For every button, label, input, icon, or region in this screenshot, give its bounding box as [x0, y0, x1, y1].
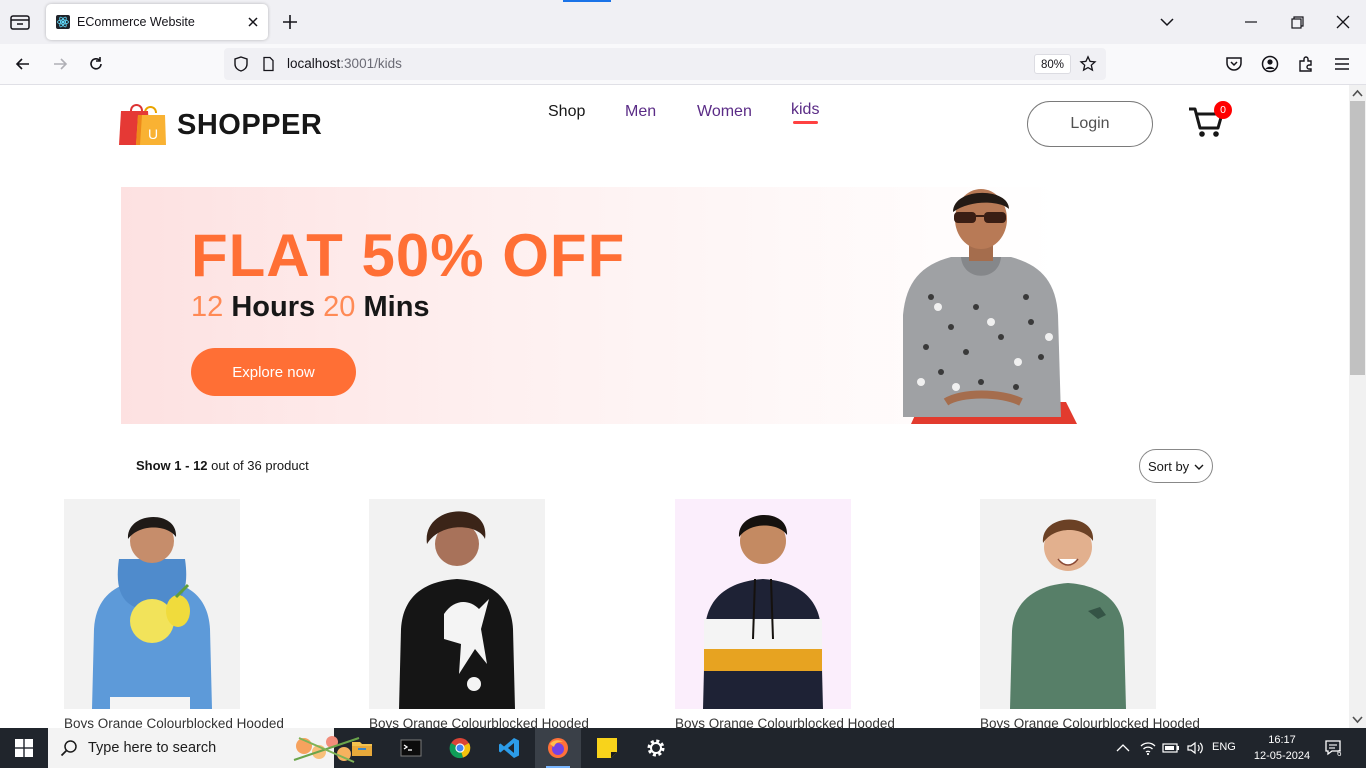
account-icon[interactable] — [1260, 54, 1280, 74]
svg-text:U: U — [148, 126, 158, 142]
sticky-notes-icon — [597, 738, 617, 758]
hamburger-menu-icon[interactable] — [1332, 54, 1352, 74]
login-button[interactable]: Login — [1027, 101, 1153, 147]
forward-arrow-icon[interactable] — [50, 54, 70, 74]
results-prefix: Show — [136, 458, 175, 473]
cart-count-badge: 0 — [1214, 101, 1232, 119]
show-hidden-icons-chevron-up-icon[interactable] — [1114, 740, 1132, 756]
vscode-icon — [499, 738, 519, 758]
volume-icon[interactable] — [1186, 740, 1204, 756]
scrollbar-thumb[interactable] — [1350, 101, 1365, 375]
product-image[interactable] — [369, 499, 545, 709]
product-image[interactable] — [675, 499, 851, 709]
url-host: localhost — [287, 56, 341, 71]
loading-indicator — [563, 0, 611, 2]
taskbar-chrome[interactable] — [437, 728, 483, 768]
product-image[interactable] — [980, 499, 1156, 709]
taskbar-vscode[interactable] — [486, 728, 532, 768]
battery-icon[interactable] — [1162, 740, 1180, 756]
page-icon[interactable] — [260, 56, 276, 72]
explore-now-button[interactable]: Explore now — [191, 348, 356, 396]
product-name[interactable]: Boys Orange Colourblocked Hooded — [675, 716, 975, 728]
wifi-icon[interactable] — [1139, 740, 1157, 756]
zoom-level[interactable]: 80% — [1034, 54, 1072, 74]
gear-icon — [647, 739, 665, 757]
folder-icon — [352, 742, 372, 756]
shopping-bag-logo-icon[interactable]: U — [118, 101, 168, 147]
url-path: :3001/kids — [340, 56, 402, 71]
scroll-down-icon[interactable] — [1352, 714, 1363, 725]
taskbar-search-box[interactable]: Type here to search — [48, 728, 360, 768]
close-tab-icon[interactable] — [244, 13, 262, 31]
page-scrollbar[interactable] — [1349, 85, 1366, 728]
tab-title: ECommerce Website — [77, 15, 195, 29]
pocket-icon[interactable] — [1224, 54, 1244, 74]
menu-item-men[interactable]: Men — [625, 103, 656, 121]
close-window-icon[interactable] — [1333, 12, 1353, 32]
banner-model-image — [903, 189, 1077, 424]
taskbar-settings[interactable] — [633, 728, 679, 768]
product-name[interactable]: Boys Orange Colourblocked Hooded — [64, 716, 364, 728]
system-clock[interactable]: 16:17 12-05-2024 — [1252, 732, 1312, 764]
restore-icon[interactable] — [1287, 12, 1307, 32]
chrome-icon — [449, 738, 471, 759]
terminal-icon — [400, 739, 422, 757]
timer-mins-label: Mins — [355, 291, 430, 323]
windows-taskbar: Type here to search ENG 16:17 12-05-2024… — [0, 728, 1366, 768]
timer-hours: 12 — [191, 291, 224, 323]
react-favicon-icon — [56, 15, 70, 29]
chevron-down-icon[interactable] — [1158, 13, 1176, 31]
minimize-icon[interactable] — [1241, 12, 1261, 32]
notification-center-icon[interactable]: 6 — [1324, 739, 1344, 757]
banner-timer: 12 Hours 20 Mins — [191, 291, 430, 324]
input-language[interactable]: ENG — [1212, 741, 1236, 753]
results-suffix: out of 36 product — [207, 458, 309, 473]
address-bar[interactable]: localhost:3001/kids 80% — [224, 48, 1106, 80]
sort-by-dropdown[interactable]: Sort by — [1139, 449, 1213, 483]
results-count: Show 1 - 12 out of 36 product — [136, 458, 309, 473]
shield-icon[interactable] — [232, 55, 250, 73]
scroll-up-icon[interactable] — [1352, 88, 1363, 99]
notification-count: 6 — [1337, 749, 1342, 757]
url-text[interactable]: localhost:3001/kids — [287, 56, 402, 71]
windows-start-icon[interactable] — [15, 739, 33, 757]
promo-banner: FLAT 50% OFF 12 Hours 20 Mins Explore no… — [121, 187, 1222, 424]
taskbar-firefox[interactable] — [535, 728, 581, 768]
product-name[interactable]: Boys Orange Colourblocked Hooded — [980, 716, 1280, 728]
product-name[interactable]: Boys Orange Colourblocked Hooded — [369, 716, 669, 728]
extensions-icon[interactable] — [1296, 54, 1316, 74]
browser-tab-bar: ECommerce Website — [0, 0, 1366, 44]
taskbar-terminal[interactable] — [388, 728, 434, 768]
product-image[interactable] — [64, 499, 240, 709]
firefox-icon — [548, 738, 568, 758]
reload-icon[interactable] — [86, 54, 106, 74]
browser-tab[interactable]: ECommerce Website — [46, 4, 268, 40]
menu-item-shop[interactable]: Shop — [548, 103, 585, 121]
search-placeholder: Type here to search — [88, 740, 217, 756]
timer-mins: 20 — [323, 291, 356, 323]
timer-hours-label: Hours — [223, 291, 324, 323]
clock-time: 16:17 — [1268, 734, 1296, 746]
active-menu-underline — [793, 121, 818, 124]
menu-item-kids[interactable]: kids — [791, 101, 819, 119]
menu-item-women[interactable]: Women — [697, 103, 752, 121]
sort-by-label: Sort by — [1148, 458, 1190, 474]
clock-date: 12-05-2024 — [1253, 750, 1311, 762]
search-icon — [60, 740, 77, 757]
results-range: 1 - 12 — [174, 458, 208, 473]
brand-name[interactable]: SHOPPER — [177, 109, 322, 142]
bookmark-star-icon[interactable] — [1079, 55, 1097, 73]
back-arrow-icon[interactable] — [13, 54, 33, 74]
taskbar-file-explorer[interactable] — [339, 728, 385, 768]
banner-headline: FLAT 50% OFF — [191, 222, 626, 289]
browser-nav-bar: localhost:3001/kids 80% — [0, 44, 1366, 85]
list-all-tabs-icon[interactable] — [8, 11, 32, 33]
chevron-down-icon — [1194, 464, 1204, 470]
new-tab-icon[interactable] — [280, 12, 300, 32]
taskbar-sticky-notes[interactable] — [584, 728, 630, 768]
page-viewport: U SHOPPER Shop Men Women kids Login 0 FL… — [0, 85, 1349, 728]
